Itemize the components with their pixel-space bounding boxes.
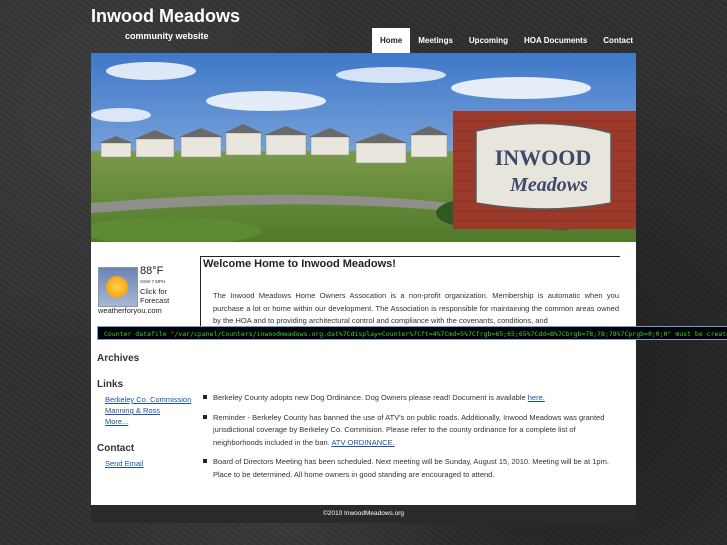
link-manning-ross[interactable]: Manning & Ross bbox=[105, 406, 160, 415]
weather-forecast-link[interactable]: Click for Forecast bbox=[140, 287, 178, 305]
contact-heading: Contact bbox=[97, 443, 135, 454]
weather-temperature: 88°F bbox=[140, 265, 164, 277]
bullet-icon bbox=[203, 395, 207, 399]
nav-upcoming[interactable]: Upcoming bbox=[461, 28, 516, 53]
link-more[interactable]: More... bbox=[105, 417, 128, 426]
links-heading: Links bbox=[97, 379, 124, 390]
title-vertical-rule bbox=[200, 256, 201, 336]
weather-source[interactable]: weatherforyou.com bbox=[98, 306, 162, 315]
list-item: Send Email bbox=[105, 458, 143, 469]
counter-error-message: Counter datafile "/var/cpanel/Counters/i… bbox=[97, 326, 727, 340]
news-text: Reminder - Berkeley County has banned th… bbox=[213, 412, 605, 447]
intro-paragraph: The Inwood Meadows Home Owners Assocatio… bbox=[213, 291, 619, 325]
weather-wind: SSW 7 MPH bbox=[140, 279, 166, 284]
sign-text-inwood: INWOOD bbox=[495, 145, 592, 170]
archives-heading: Archives bbox=[97, 353, 140, 364]
link-berkeley-commission[interactable]: Berkeley Co. Commission bbox=[105, 395, 191, 404]
main-nav: Home Meetings Upcoming HOA Documents Con… bbox=[372, 28, 641, 53]
nav-hoa-documents[interactable]: HOA Documents bbox=[516, 28, 595, 53]
news-item: Board of Directors Meeting has been sche… bbox=[203, 456, 619, 481]
news-text: Board of Directors Meeting has been sche… bbox=[213, 457, 609, 479]
site-tagline: community website bbox=[125, 31, 209, 41]
contact-list: Send Email bbox=[105, 458, 143, 469]
send-email-link[interactable]: Send Email bbox=[105, 459, 143, 468]
links-list: Berkeley Co. Commission Manning & Ross M… bbox=[105, 394, 191, 427]
nav-contact[interactable]: Contact bbox=[595, 28, 641, 53]
news-item: Reminder - Berkeley County has banned th… bbox=[203, 412, 619, 450]
bullet-icon bbox=[203, 414, 207, 419]
news-item: Berkeley County adopts new Dog Ordinance… bbox=[203, 392, 619, 405]
site-title: Inwood Meadows bbox=[91, 6, 241, 26]
footer: ©2010 InwoodMeadows.org bbox=[91, 505, 636, 523]
weather-widget[interactable]: 88°F SSW 7 MPH Click for Forecast weathe… bbox=[98, 265, 178, 317]
hero-image: INWOOD Meadows bbox=[91, 53, 636, 242]
list-item: Berkeley Co. Commission bbox=[105, 394, 191, 405]
nav-meetings[interactable]: Meetings bbox=[410, 28, 461, 53]
news-list: Berkeley County adopts new Dog Ordinance… bbox=[203, 392, 619, 488]
sign-text-meadows: Meadows bbox=[509, 174, 588, 196]
title-rule bbox=[200, 256, 620, 257]
sunny-weather-icon bbox=[98, 267, 138, 307]
bullet-icon bbox=[203, 459, 207, 463]
hero-photo: INWOOD Meadows bbox=[91, 53, 636, 242]
atv-ordinance-link[interactable]: ATV ORDINANCE. bbox=[331, 438, 394, 447]
page-title: Welcome Home to Inwood Meadows! bbox=[203, 258, 396, 270]
list-item: Manning & Ross bbox=[105, 405, 191, 416]
news-text: Berkeley County adopts new Dog Ordinance… bbox=[213, 393, 528, 402]
list-item: More... bbox=[105, 416, 191, 427]
nav-home[interactable]: Home bbox=[372, 28, 411, 53]
dog-ordinance-link[interactable]: here. bbox=[528, 393, 545, 402]
